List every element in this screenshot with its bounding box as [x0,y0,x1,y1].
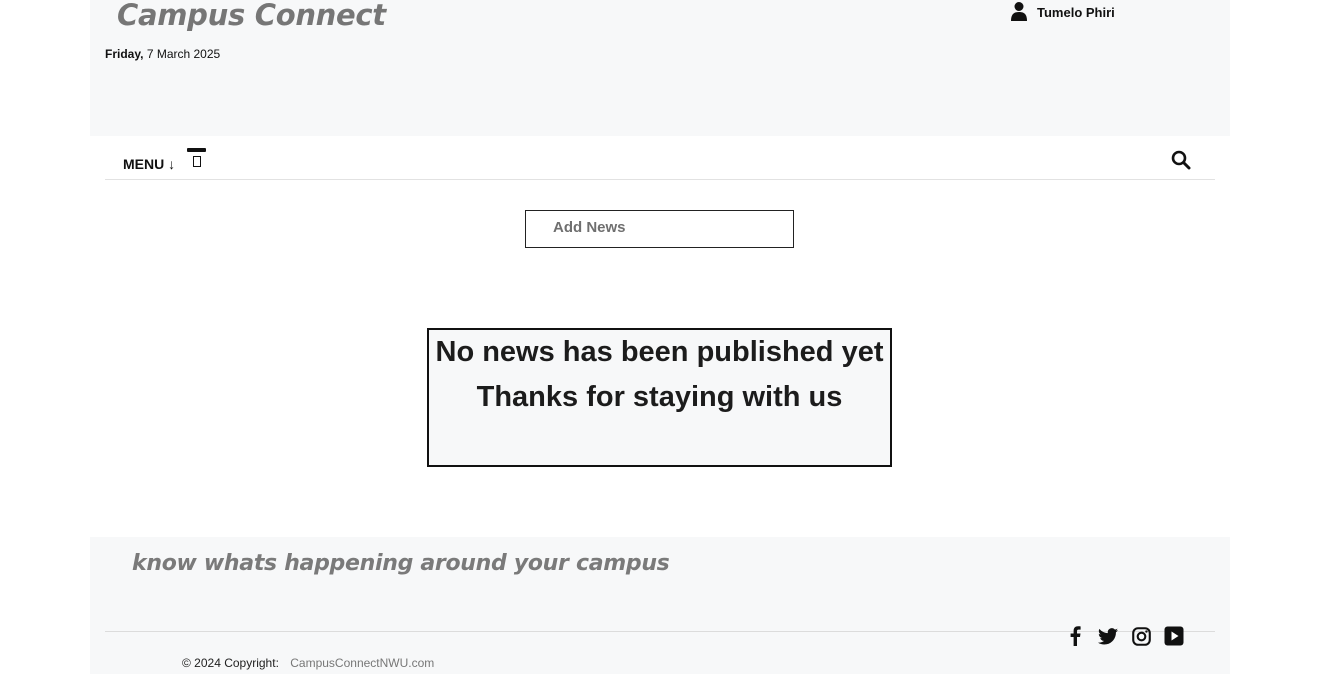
site-header: Campus Connect Friday, 7 March 2025 Tume… [90,0,1230,136]
add-news-label: Add News [553,219,626,236]
menu-button[interactable]: MENU ↓ [123,156,175,172]
add-news-button[interactable]: Add News [525,210,794,248]
user-icon [1010,1,1028,24]
current-date: Friday, 7 March 2025 [105,47,220,61]
thanks-text: Thanks for staying with us [476,381,843,413]
twitter-icon[interactable] [1097,625,1119,647]
search-icon[interactable] [1171,150,1191,170]
site-logo[interactable]: Campus Connect [117,0,386,32]
copyright: © 2024 Copyright: CampusConnectNWU.com [182,656,434,670]
user-account[interactable]: Tumelo Phiri [1010,1,1115,24]
user-name: Tumelo Phiri [1037,5,1115,20]
no-news-message: No news has been published yet Thanks fo… [427,328,892,467]
copyright-label: © 2024 Copyright: [182,656,279,670]
footer-tagline: know whats happening around your campus [132,551,670,576]
facebook-icon[interactable] [1064,625,1086,647]
social-links [1064,625,1185,647]
menu-toggle-icon[interactable] [187,146,207,170]
site-link[interactable]: CampusConnectNWU.com [290,656,434,670]
date-text: 7 March 2025 [146,47,221,61]
date-day: Friday, [105,47,144,61]
no-news-text: No news has been published yet [435,336,884,368]
site-footer: know whats happening around your campus [90,537,1230,674]
instagram-icon[interactable] [1130,625,1152,647]
youtube-icon[interactable] [1163,625,1185,647]
main-nav: MENU ↓ [105,136,1215,180]
footer-divider [105,631,1215,632]
